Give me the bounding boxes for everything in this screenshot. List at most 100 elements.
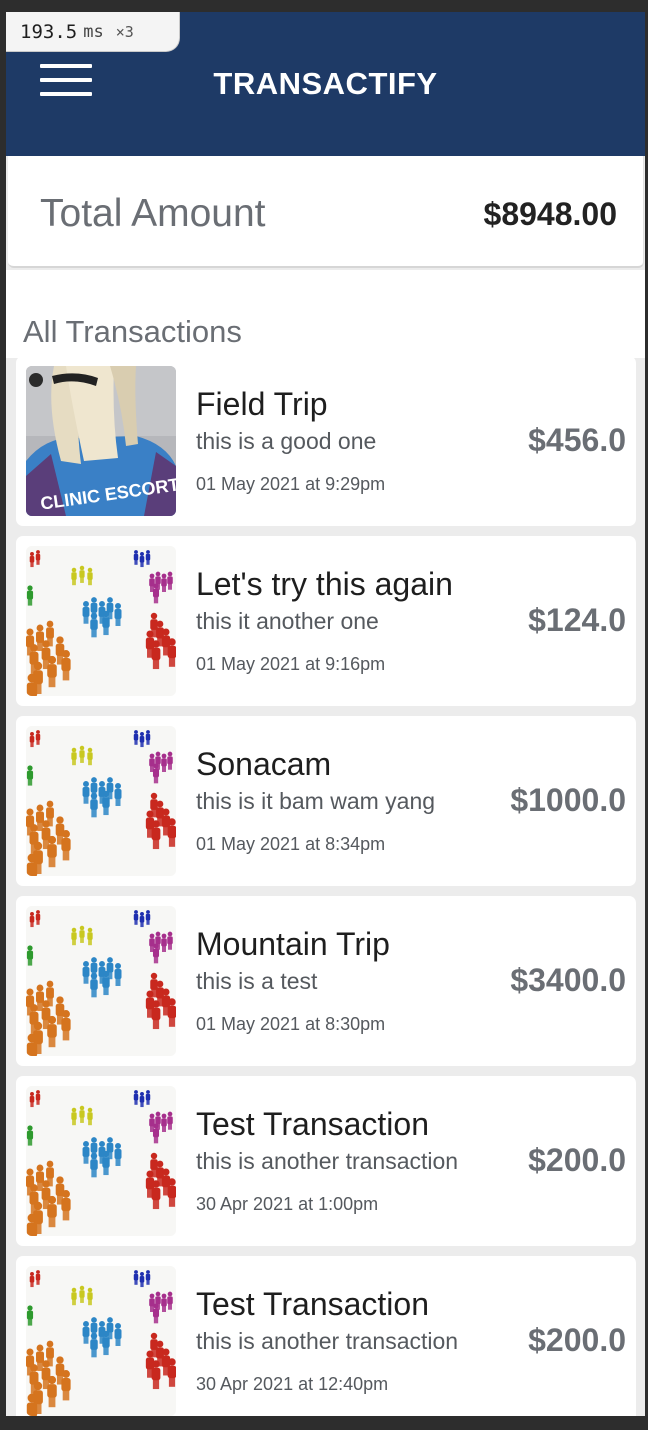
transaction-card[interactable]: Mountain Trip this is a test 01 May 2021… xyxy=(16,896,636,1066)
transaction-card[interactable]: Let's try this again this it another one… xyxy=(16,536,636,706)
colored-people-groups-image xyxy=(26,726,176,876)
person-figure xyxy=(35,730,41,745)
app-title: TRANSACTIFY xyxy=(213,66,438,101)
person-figure xyxy=(114,603,122,626)
person-figure xyxy=(90,792,98,818)
person-figure xyxy=(133,910,139,925)
colored-people-groups-image xyxy=(26,546,176,696)
person-figure xyxy=(133,550,139,565)
transaction-amount: $456.0 xyxy=(528,422,626,458)
person-figure xyxy=(167,1111,173,1130)
person-figure xyxy=(79,745,85,763)
person-figure xyxy=(152,1303,160,1324)
person-figure xyxy=(47,1195,57,1228)
person-figure xyxy=(82,961,90,984)
clinic-escort-photo: CLINIC ESCORT xyxy=(26,366,176,516)
transaction-card[interactable]: CLINIC ESCORT Field Trip this is a good … xyxy=(16,356,636,526)
person-figure xyxy=(139,1092,145,1108)
person-figure xyxy=(152,943,160,964)
person-figure xyxy=(102,790,110,816)
transaction-title: Field Trip xyxy=(196,386,328,422)
transaction-date: 01 May 2021 at 8:34pm xyxy=(196,834,386,854)
transaction-description: this it another one xyxy=(196,608,379,634)
perf-multiplier: ×3 xyxy=(115,22,134,41)
person-figure xyxy=(102,970,110,996)
transaction-description: this is a good one xyxy=(196,428,377,454)
person-figure xyxy=(26,585,34,606)
person-figure xyxy=(47,835,57,868)
person-figure xyxy=(71,1287,77,1306)
total-amount-label: Total Amount xyxy=(40,192,266,235)
person-figure xyxy=(90,1332,98,1358)
person-figure xyxy=(139,552,145,568)
person-figure xyxy=(145,550,151,565)
person-figure xyxy=(139,732,145,748)
person-figure xyxy=(90,612,98,638)
colored-people-groups-image xyxy=(26,906,176,1056)
person-figure xyxy=(29,732,35,748)
person-figure xyxy=(35,1270,41,1285)
person-figure xyxy=(167,998,176,1027)
person-figure xyxy=(167,1291,173,1310)
person-figure xyxy=(133,1270,139,1285)
total-amount-value: $8948.00 xyxy=(483,196,617,232)
person-figure xyxy=(61,1370,71,1401)
transaction-title: Let's try this again xyxy=(196,566,453,602)
person-figure xyxy=(82,1141,90,1164)
person-figure xyxy=(26,945,34,966)
person-figure xyxy=(167,751,173,770)
transaction-amount: $200.0 xyxy=(528,1142,626,1178)
person-figure xyxy=(145,1270,151,1285)
person-figure xyxy=(161,573,167,592)
app-viewport: TRANSACTIFY Total Amount $8948.00 All Tr… xyxy=(6,12,645,1416)
person-figure xyxy=(26,853,38,876)
person-figure xyxy=(145,910,151,925)
transaction-date: 01 May 2021 at 9:16pm xyxy=(196,654,386,674)
person-figure xyxy=(61,830,71,861)
person-figure xyxy=(35,550,41,565)
person-figure xyxy=(71,927,77,946)
transaction-card[interactable]: Sonacam this is it bam wam yang 01 May 2… xyxy=(16,716,636,886)
person-figure xyxy=(61,650,71,681)
transaction-description: this is another transaction xyxy=(196,1148,459,1174)
person-figure xyxy=(79,1105,85,1123)
person-figure xyxy=(79,1285,85,1303)
person-figure xyxy=(87,567,93,586)
person-figure xyxy=(152,1123,160,1144)
person-figure xyxy=(151,820,161,850)
transaction-date: 30 Apr 2021 at 12:40pm xyxy=(196,1374,389,1394)
person-figure xyxy=(167,931,173,950)
person-figure xyxy=(61,1010,71,1041)
person-figure xyxy=(152,763,160,784)
transaction-title: Test Transaction xyxy=(196,1286,429,1322)
person-figure xyxy=(167,1178,176,1207)
person-figure xyxy=(26,765,34,786)
person-figure xyxy=(167,638,176,667)
person-figure xyxy=(151,640,161,670)
person-figure xyxy=(26,1125,34,1146)
person-figure xyxy=(79,925,85,943)
person-figure xyxy=(167,571,173,590)
transaction-description: this is it bam wam yang xyxy=(196,788,436,814)
person-figure xyxy=(152,583,160,604)
transaction-card[interactable]: Test Transaction this is another transac… xyxy=(16,1076,636,1246)
person-figure xyxy=(26,1033,38,1056)
person-figure xyxy=(26,1305,34,1326)
person-figure xyxy=(161,1113,167,1132)
person-figure xyxy=(87,927,93,946)
person-figure xyxy=(61,1190,71,1221)
person-figure xyxy=(87,1107,93,1126)
transaction-card[interactable]: Test Transaction this is another transac… xyxy=(16,1256,636,1416)
person-figure xyxy=(71,747,77,766)
browser-chrome-top xyxy=(0,0,648,12)
person-figure xyxy=(151,1360,161,1390)
person-figure xyxy=(26,1393,38,1416)
person-figure xyxy=(47,1375,57,1408)
person-figure xyxy=(161,933,167,952)
colored-people-groups-image xyxy=(26,1266,176,1416)
person-figure xyxy=(82,781,90,804)
person-figure xyxy=(79,565,85,583)
person-figure xyxy=(133,1090,139,1105)
person-figure xyxy=(114,783,122,806)
person-figure xyxy=(161,1293,167,1312)
